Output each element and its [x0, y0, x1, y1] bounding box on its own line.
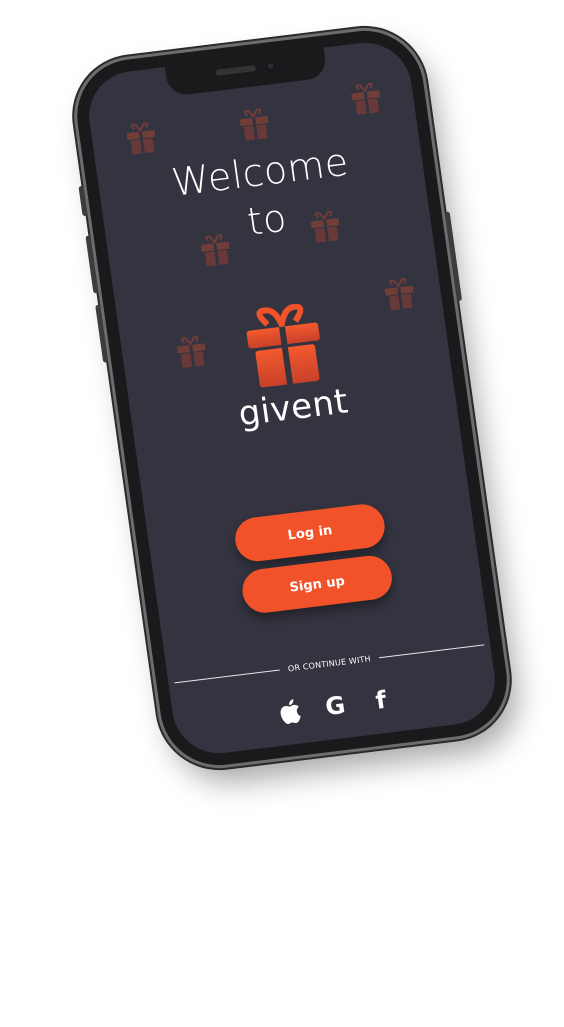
notch [164, 47, 328, 97]
front-camera [264, 60, 277, 72]
stage: Welcome to givent Log in Sign up OR CONT… [0, 0, 564, 1027]
divider-label: OR CONTINUE WITH [287, 653, 372, 673]
divider-line-right [378, 643, 485, 658]
background-gift-icon [239, 108, 269, 141]
divider-line-left [174, 668, 281, 683]
app-screen: Welcome to givent Log in Sign up OR CONT… [83, 37, 501, 759]
background-gift-icon [176, 335, 206, 368]
speaker-grille [215, 65, 257, 76]
background-gift-icon [351, 82, 380, 115]
background-gift-icon [126, 122, 156, 155]
facebook-icon: f [373, 685, 389, 715]
google-login-button[interactable]: G [318, 689, 352, 722]
facebook-login-button[interactable]: f [364, 684, 398, 717]
power-button [444, 211, 463, 302]
volume-up-button [85, 235, 99, 294]
apple-icon [280, 699, 301, 725]
login-button[interactable]: Log in [232, 501, 388, 564]
signup-button[interactable]: Sign up [239, 553, 395, 616]
gift-icon [246, 303, 320, 388]
apple-login-button[interactable] [273, 695, 307, 728]
background-gift-icon [384, 277, 414, 311]
volume-down-button [95, 304, 109, 363]
phone-frame: Welcome to givent Log in Sign up OR CONT… [69, 24, 515, 772]
google-icon: G [323, 690, 348, 722]
mute-switch [78, 185, 88, 217]
